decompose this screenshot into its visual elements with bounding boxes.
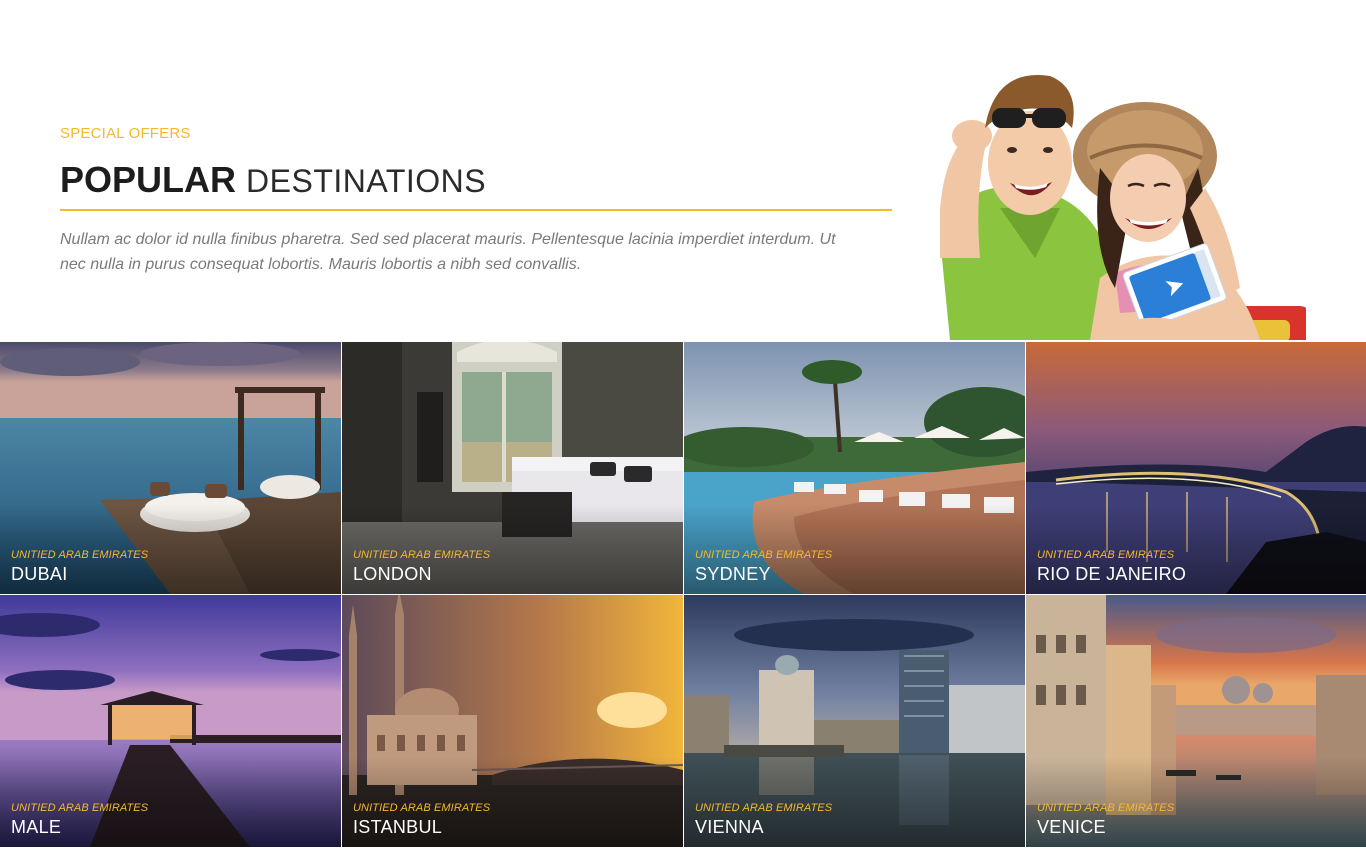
destination-card-dubai[interactable]: UNITIED ARAB EMIRATES DUBAI [0, 342, 341, 594]
destination-city[interactable]: LONDON [353, 564, 432, 585]
destination-card-sydney[interactable]: UNITIED ARAB EMIRATES SYDNEY [684, 342, 1025, 594]
destination-country: UNITIED ARAB EMIRATES [1037, 802, 1175, 814]
destination-card-london[interactable]: UNITIED ARAB EMIRATES LONDON [342, 342, 683, 594]
destination-card-venice[interactable]: UNITIED ARAB EMIRATES VENICE [1026, 595, 1366, 847]
destination-country: UNITIED ARAB EMIRATES [695, 802, 833, 814]
hero-travelers-image [940, 58, 1306, 340]
section-eyebrow: SPECIAL OFFERS [60, 125, 191, 142]
section-description: Nullam ac dolor id nulla finibus pharetr… [60, 231, 836, 273]
destination-city[interactable]: SYDNEY [695, 564, 771, 585]
destination-city[interactable]: VIENNA [695, 817, 764, 838]
destination-card-vienna[interactable]: UNITIED ARAB EMIRATES VIENNA [684, 595, 1025, 847]
destination-city[interactable]: DUBAI [11, 564, 68, 585]
destination-card-male[interactable]: UNITIED ARAB EMIRATES MALE [0, 595, 341, 847]
section-title: POPULAR DESTINATIONS [60, 158, 892, 202]
destination-country: UNITIED ARAB EMIRATES [353, 549, 491, 561]
destination-country: UNITIED ARAB EMIRATES [11, 802, 149, 814]
title-underline [60, 209, 892, 211]
destination-city[interactable]: VENICE [1037, 817, 1106, 838]
destination-country: UNITIED ARAB EMIRATES [695, 549, 833, 561]
destinations-grid: UNITIED ARAB EMIRATES DUBAI UNITIED ARAB… [0, 342, 1366, 852]
destination-card-istanbul[interactable]: UNITIED ARAB EMIRATES ISTANBUL [342, 595, 683, 847]
destination-country: UNITIED ARAB EMIRATES [11, 549, 149, 561]
section-title-light: DESTINATIONS [246, 163, 487, 199]
destination-city[interactable]: RIO DE JANEIRO [1037, 564, 1186, 585]
section-intro: SPECIAL OFFERS POPULAR DESTINATIONS Null… [60, 124, 892, 273]
destination-card-rio-de-janeiro[interactable]: UNITIED ARAB EMIRATES RIO DE JANEIRO [1026, 342, 1366, 594]
section-title-bold: POPULAR [60, 159, 237, 200]
destination-city[interactable]: ISTANBUL [353, 817, 442, 838]
destination-country: UNITIED ARAB EMIRATES [353, 802, 491, 814]
destination-country: UNITIED ARAB EMIRATES [1037, 549, 1175, 561]
destination-city[interactable]: MALE [11, 817, 61, 838]
